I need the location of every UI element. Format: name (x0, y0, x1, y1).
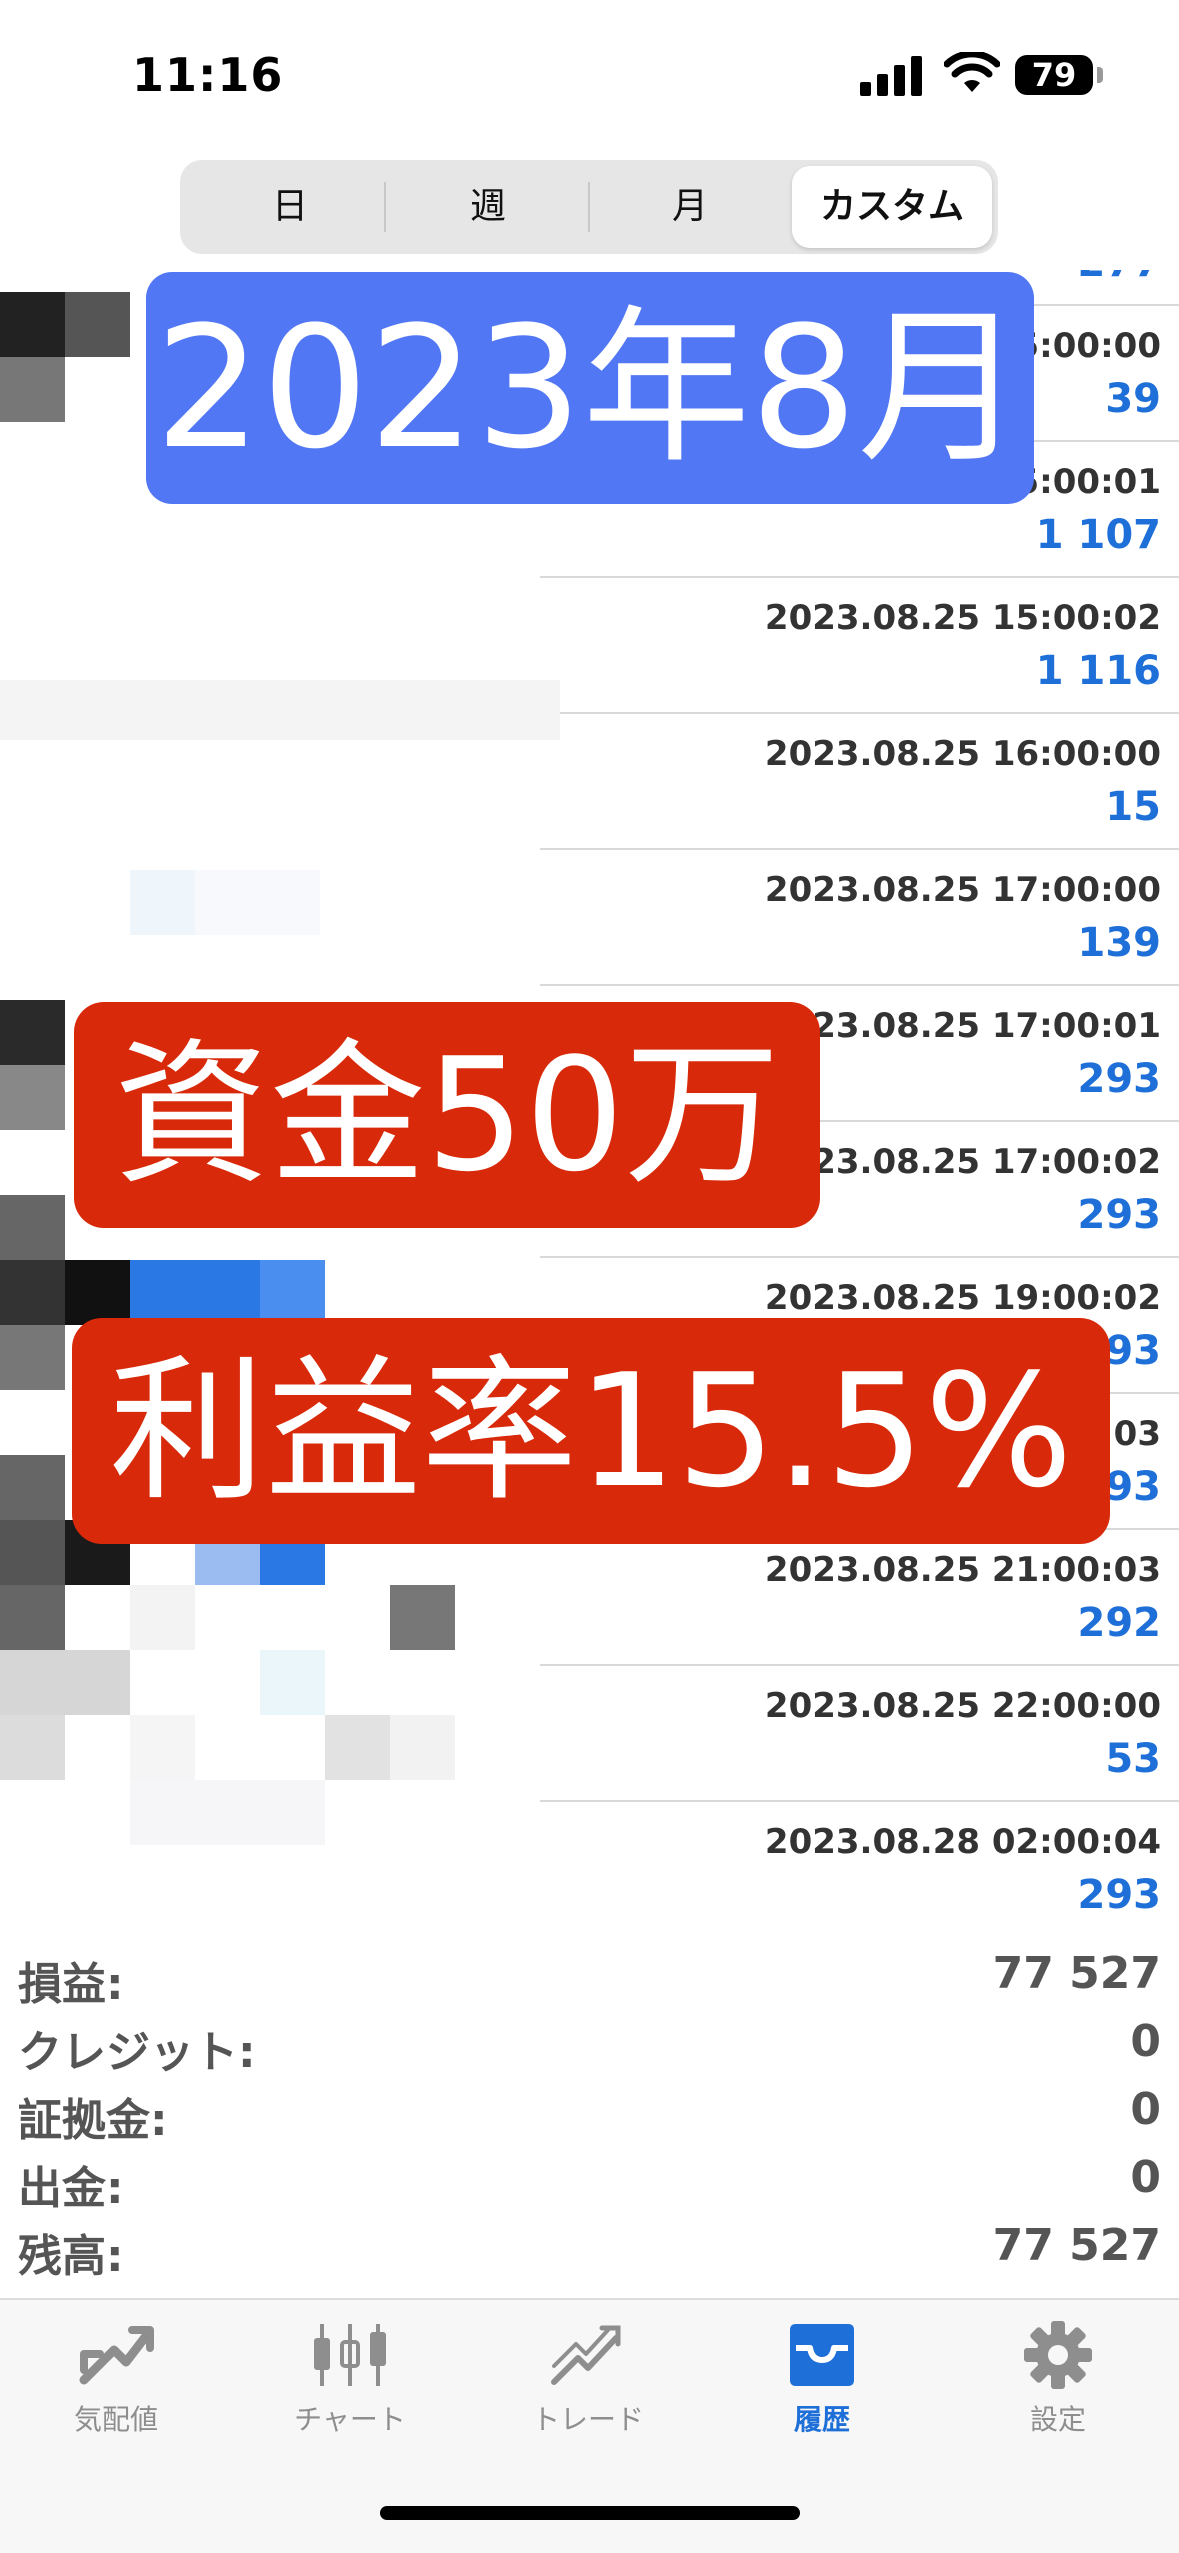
battery-nub (1097, 67, 1103, 83)
summary-withdrawal: 出金: 0 (0, 2144, 1179, 2214)
deal-profit: 53 (1105, 1736, 1161, 1782)
mosaic-tile (0, 1325, 65, 1390)
tab-label: チャート (294, 2403, 406, 2436)
tab-quotes[interactable]: 気配値 (16, 2320, 216, 2470)
summary-credit: クレジット: 0 (0, 2008, 1179, 2078)
tab-history[interactable]: 履歴 (722, 2320, 922, 2470)
deal-profit: 1 107 (1035, 512, 1161, 558)
deal-time: 2023.08.25 15:00:02 (764, 598, 1161, 638)
capital-banner: 資金50万 (74, 1002, 820, 1228)
summary-label: 損益: (18, 1959, 124, 2010)
mosaic-tile (0, 1195, 65, 1260)
mosaic-tile (0, 1715, 65, 1780)
account-summary: 損益: 77 527 クレジット: 0 証拠金: 0 出金: 0 残高: 77 … (0, 1940, 1179, 2290)
mosaic-tile (0, 1520, 65, 1585)
period-segmented-control: 日 週 月 カスタム (180, 160, 998, 254)
summary-margin: 証拠金: 0 (0, 2076, 1179, 2146)
deal-time: 2023.08.25 17:00:01 (764, 1006, 1161, 1046)
mosaic-tile (0, 1065, 65, 1130)
status-bar: 11:16 79 (0, 0, 1179, 150)
deal-time: 2023.08.25 17:00:00 (764, 870, 1161, 910)
deal-profit: 293 (1077, 1056, 1162, 1102)
wifi-icon (944, 52, 1000, 92)
segment-week[interactable]: 週 (388, 166, 588, 248)
cellular-signal-icon (860, 56, 922, 96)
deal-profit: 277 (1078, 270, 1162, 286)
mosaic-tile (0, 1585, 65, 1650)
mosaic-tile (325, 1715, 390, 1780)
quotes-icon (79, 2326, 154, 2385)
deal-time: 2023.08.25 21:00:03 (764, 1550, 1161, 1590)
mosaic-tile (0, 292, 65, 357)
summary-value: 77 527 (992, 2220, 1161, 2271)
summary-profit: 損益: 77 527 (0, 1940, 1179, 2010)
summary-value: 0 (1130, 2084, 1161, 2135)
tab-settings[interactable]: 設定 (958, 2320, 1158, 2470)
mosaic-tile (0, 1260, 65, 1325)
summary-value: 0 (1130, 2016, 1161, 2067)
battery-icon: 79 (1015, 55, 1093, 95)
tab-chart[interactable]: チャート (250, 2320, 450, 2470)
mosaic-tile (130, 1780, 325, 1845)
mosaic-tile (130, 870, 195, 935)
mosaic-tile (130, 1715, 195, 1780)
trade-icon (551, 2325, 621, 2385)
segment-divider (384, 182, 386, 232)
deal-profit: 293 (1077, 1192, 1162, 1238)
mosaic-tile (260, 1260, 325, 1325)
deal-profit: 139 (1077, 920, 1162, 966)
chart-icon (314, 2324, 386, 2386)
deal-profit: 292 (1077, 1600, 1162, 1646)
status-time: 11:16 (132, 48, 284, 102)
mosaic-tile (65, 292, 130, 357)
mosaic-tile (0, 1650, 130, 1715)
mosaic-tile (0, 1000, 65, 1065)
mosaic-tile (0, 680, 560, 740)
deal-profit: 293 (1077, 1872, 1162, 1918)
tab-label: 履歴 (793, 2403, 850, 2436)
segment-month[interactable]: 月 (590, 166, 790, 248)
segment-custom[interactable]: カスタム (792, 166, 992, 248)
home-indicator[interactable] (380, 2506, 800, 2520)
summary-label: 証拠金: (18, 2095, 168, 2146)
summary-value: 77 527 (992, 1948, 1161, 1999)
period-banner: 2023年8月 (146, 272, 1034, 504)
tab-trade[interactable]: トレード (488, 2320, 688, 2470)
deal-profit: 39 (1105, 376, 1161, 422)
mosaic-tile (260, 1650, 325, 1715)
deal-time: 2023.08.25 22:00:00 (764, 1686, 1161, 1726)
tab-label: トレード (531, 2403, 644, 2436)
mosaic-tile (0, 357, 65, 422)
deal-time: 2023.08.25 19:00:02 (764, 1278, 1161, 1318)
mosaic-tile (65, 1260, 130, 1325)
segment-day[interactable]: 日 (190, 166, 390, 248)
summary-value: 0 (1130, 2152, 1161, 2203)
history-icon (790, 2324, 854, 2386)
mosaic-tile (130, 1260, 260, 1325)
mosaic-tile (0, 1455, 65, 1520)
deal-profit: 1 116 (1035, 648, 1161, 694)
mosaic-tile (390, 1585, 455, 1650)
tab-label: 設定 (1029, 2403, 1086, 2436)
deal-time: 2023.08.28 02:00:04 (764, 1822, 1161, 1862)
summary-balance: 残高: 77 527 (0, 2212, 1179, 2282)
summary-label: クレジット: (18, 2027, 256, 2078)
tab-label: 気配値 (73, 2403, 158, 2436)
deal-time: 2023.08.25 17:00:02 (764, 1142, 1161, 1182)
deal-time: 2023.08.25 16:00:00 (764, 734, 1161, 774)
deal-profit: 15 (1105, 784, 1161, 830)
gear-icon (1024, 2321, 1092, 2389)
profit-rate-banner: 利益率15.5% (72, 1318, 1110, 1544)
summary-label: 残高: (18, 2231, 124, 2282)
summary-label: 出金: (18, 2163, 124, 2214)
mosaic-tile (130, 1585, 195, 1650)
mosaic-tile (390, 1715, 455, 1780)
